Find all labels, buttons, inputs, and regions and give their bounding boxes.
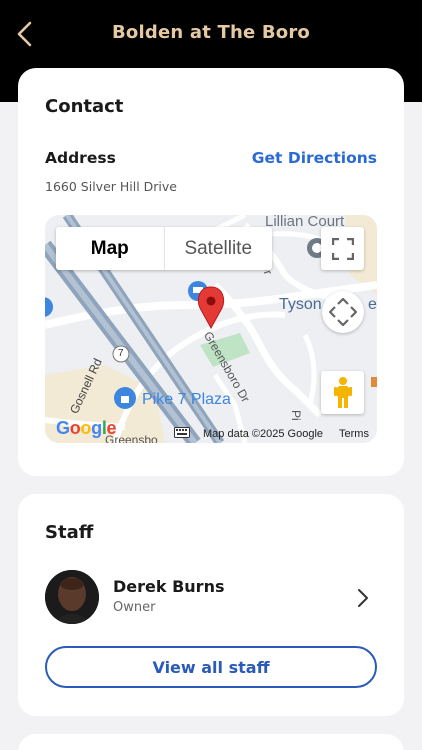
staff-member-name[interactable]: Derek Burns: [113, 577, 224, 596]
contact-title: Contact: [45, 96, 124, 117]
address-value: 1660 Silver Hill Drive: [45, 179, 177, 194]
google-logo: Google: [56, 418, 117, 438]
page-title: Bolden at The Boro: [112, 22, 310, 43]
view-all-staff-button[interactable]: View all staff: [45, 646, 377, 688]
map-view[interactable]: Lillian Court Tyson eri Greensboro Dr Go…: [45, 215, 377, 443]
map-label-tyson: Tyson: [279, 296, 322, 313]
map-type-satellite-option[interactable]: Satellite: [163, 227, 273, 270]
pegman-icon: [333, 376, 352, 408]
map-attribution: Map data ©2025 Google: [203, 428, 324, 440]
map-type-toggle: Map Satellite: [56, 227, 272, 270]
map-label-route: 7: [118, 348, 124, 359]
staff-member-role: Owner: [113, 600, 156, 615]
avatar: [45, 570, 99, 624]
next-card: [18, 734, 404, 750]
map-label-tyson-suffix: eri: [368, 296, 377, 313]
contact-card: Contact Address Get Directions 1660 Silv…: [18, 68, 404, 476]
map-type-map-option[interactable]: Map: [56, 227, 164, 270]
get-directions-link[interactable]: Get Directions: [252, 149, 377, 167]
fullscreen-icon: [331, 237, 354, 260]
keyboard-icon[interactable]: [174, 427, 190, 438]
staff-card: Staff Derek Burns Owner View all staff: [18, 494, 404, 716]
fullscreen-button[interactable]: [321, 227, 364, 270]
pan-arrows-icon: [329, 298, 357, 326]
map-terms-link[interactable]: Terms: [339, 428, 369, 440]
address-label: Address: [45, 149, 116, 167]
map-label-pike: Pike 7 Plaza: [142, 391, 231, 408]
pan-control[interactable]: [322, 291, 364, 333]
chevron-right-icon[interactable]: [356, 587, 370, 609]
staff-title: Staff: [45, 522, 94, 543]
map-label-pi: Pi: [289, 410, 303, 421]
avatar-photo: [45, 570, 99, 624]
street-view-button[interactable]: [321, 371, 364, 414]
